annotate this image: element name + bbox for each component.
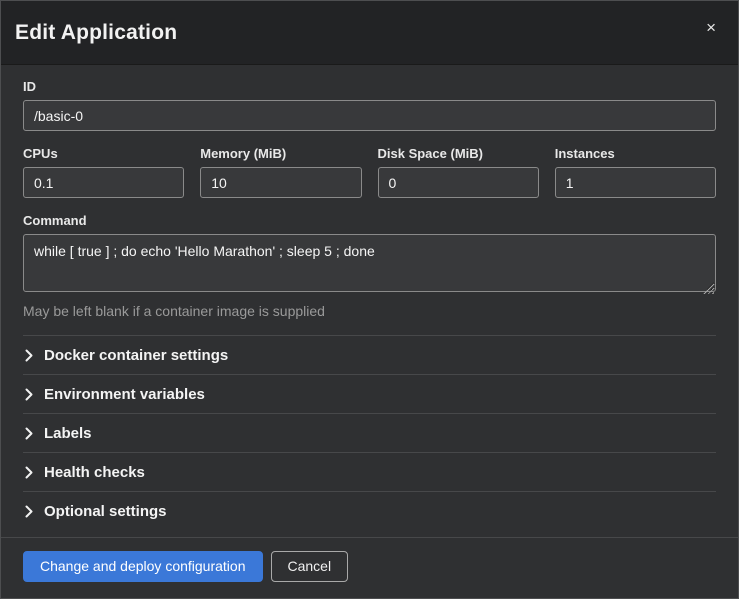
section-health-checks[interactable]: Health checks — [23, 452, 716, 491]
id-field-group: ID — [23, 79, 716, 131]
instances-field-group: Instances — [555, 146, 716, 198]
modal-footer: Change and deploy configuration Cancel — [1, 537, 738, 598]
cancel-button[interactable]: Cancel — [271, 551, 349, 582]
chevron-right-icon — [25, 349, 33, 362]
change-and-deploy-button[interactable]: Change and deploy configuration — [23, 551, 263, 582]
chevron-right-icon — [25, 466, 33, 479]
section-optional-settings[interactable]: Optional settings — [23, 491, 716, 530]
modal-body: ID CPUs Memory (MiB) Disk Space (MiB) In… — [1, 65, 738, 537]
cpus-input[interactable] — [23, 167, 184, 198]
cpus-label: CPUs — [23, 146, 184, 161]
disk-field-group: Disk Space (MiB) — [378, 146, 539, 198]
memory-field-group: Memory (MiB) — [200, 146, 361, 198]
instances-label: Instances — [555, 146, 716, 161]
chevron-right-icon — [25, 505, 33, 518]
section-environment-variables[interactable]: Environment variables — [23, 374, 716, 413]
section-label: Environment variables — [44, 386, 205, 403]
command-help-text: May be left blank if a container image i… — [23, 303, 716, 319]
id-input[interactable] — [23, 100, 716, 131]
id-label: ID — [23, 79, 716, 94]
memory-label: Memory (MiB) — [200, 146, 361, 161]
close-icon[interactable]: × — [700, 15, 722, 40]
command-textarea[interactable]: while [ true ] ; do echo 'Hello Marathon… — [23, 234, 716, 292]
section-label: Health checks — [44, 464, 145, 481]
edit-application-modal: { "modal": { "title": "Edit Application"… — [0, 0, 739, 599]
modal-header: Edit Application × — [1, 1, 738, 65]
section-label: Optional settings — [44, 503, 167, 520]
disk-label: Disk Space (MiB) — [378, 146, 539, 161]
section-labels[interactable]: Labels — [23, 413, 716, 452]
collapsible-sections: Docker container settings Environment va… — [23, 335, 716, 530]
chevron-right-icon — [25, 427, 33, 440]
disk-input[interactable] — [378, 167, 539, 198]
chevron-right-icon — [25, 388, 33, 401]
command-field-group: Command while [ true ] ; do echo 'Hello … — [23, 213, 716, 319]
section-label: Labels — [44, 425, 92, 442]
modal-title: Edit Application — [15, 21, 177, 45]
instances-input[interactable] — [555, 167, 716, 198]
memory-input[interactable] — [200, 167, 361, 198]
section-label: Docker container settings — [44, 347, 228, 364]
resources-row: CPUs Memory (MiB) Disk Space (MiB) Insta… — [23, 146, 716, 198]
section-docker-container-settings[interactable]: Docker container settings — [23, 335, 716, 374]
cpus-field-group: CPUs — [23, 146, 184, 198]
command-label: Command — [23, 213, 716, 228]
